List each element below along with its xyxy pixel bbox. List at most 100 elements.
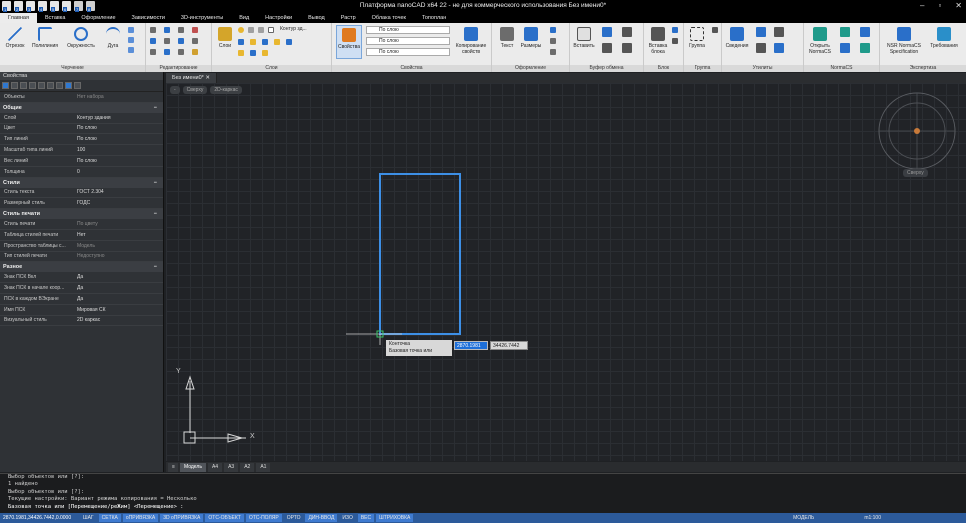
minimize-icon[interactable]: –	[920, 1, 924, 10]
layout-list-icon[interactable]: ≡	[168, 462, 178, 472]
cut-icon[interactable]	[602, 27, 612, 37]
paste-special-icon[interactable]	[622, 43, 632, 53]
info-tool-icon[interactable]	[65, 82, 72, 89]
help-icon[interactable]	[74, 82, 81, 89]
tab-point-clouds[interactable]: Облака точек	[364, 15, 414, 21]
color-combo[interactable]: По слою	[366, 26, 450, 34]
close-tab-icon[interactable]: ✕	[205, 75, 210, 81]
rotate-icon[interactable]	[164, 27, 170, 33]
normacs-link-icon[interactable]	[840, 43, 850, 53]
select-objects-icon[interactable]	[2, 82, 9, 89]
info-button[interactable]: Сведения	[724, 27, 750, 49]
collapse-icon[interactable]: −	[154, 209, 157, 219]
copy-clip-icon[interactable]	[622, 27, 632, 37]
status-toggle[interactable]: оПРИВЯЗКА	[122, 514, 159, 522]
viewport-menu-chip[interactable]: -	[170, 86, 180, 94]
linetype-combo[interactable]: По слою	[366, 37, 450, 45]
layer-iso-icon[interactable]	[262, 39, 268, 45]
tab-view[interactable]: Вид	[231, 15, 257, 21]
property-section-header[interactable]: Разное −	[0, 262, 163, 273]
leader-icon[interactable]	[550, 27, 556, 33]
fillet-icon[interactable]	[192, 38, 198, 44]
point-id-icon[interactable]	[774, 43, 784, 53]
pointer-icon[interactable]	[11, 82, 18, 89]
tab-a4[interactable]: A4	[207, 462, 223, 472]
property-section-header[interactable]: Стиль печати −	[0, 209, 163, 220]
group-button[interactable]: Группа	[686, 27, 708, 49]
layer-off-icon[interactable]	[274, 39, 280, 45]
property-row[interactable]: ПСК в каждом ВЭкране Да	[0, 294, 163, 305]
property-row[interactable]: Пространство таблицы с... Модель	[0, 241, 163, 252]
status-toggle[interactable]: ОТС-ОБЪЕКТ	[205, 514, 244, 522]
status-toggle[interactable]: ОРТО	[284, 514, 304, 522]
command-prompt[interactable]: Базовая точка или [Перемещение/реЖим] <П…	[0, 504, 966, 511]
property-row[interactable]: Таблица стилей печати Нет	[0, 230, 163, 241]
toggle-pickadd-icon[interactable]	[29, 82, 36, 89]
document-tab[interactable]: Без имени0* ✕	[166, 73, 217, 83]
mirror-icon[interactable]	[164, 38, 170, 44]
sort-icon[interactable]	[47, 82, 54, 89]
property-row[interactable]: Слой Контур здания	[0, 113, 163, 124]
rectangle-icon[interactable]	[128, 27, 134, 33]
layer-walk-icon[interactable]	[286, 39, 292, 45]
property-row[interactable]: Толщина 0	[0, 167, 163, 178]
property-row[interactable]: Тип стилей печати Недоступно	[0, 252, 163, 263]
view-direction-chip[interactable]: Сверху	[182, 86, 208, 94]
tab-insert[interactable]: Вставка	[37, 15, 73, 21]
layer-merge-icon[interactable]	[262, 50, 268, 56]
layer-match-icon[interactable]	[250, 39, 256, 45]
annotation-scale[interactable]: m1:100	[861, 514, 884, 522]
dimensions-button[interactable]: Размеры	[518, 27, 544, 49]
model-space-indicator[interactable]: МОДЕЛЬ	[790, 514, 817, 522]
property-row[interactable]: Знак ПСК в начале коор... Да	[0, 283, 163, 294]
tab-a1[interactable]: A1	[256, 462, 271, 472]
normacs-check-icon[interactable]	[860, 43, 870, 53]
stretch-icon[interactable]	[150, 49, 156, 55]
erase-icon[interactable]	[192, 27, 198, 33]
property-row[interactable]: Визуальный стиль 2D каркас	[0, 316, 163, 327]
tab-constraints[interactable]: Зависимости	[124, 15, 173, 21]
create-block-icon[interactable]	[672, 27, 678, 33]
tab-a2[interactable]: A2	[240, 462, 255, 472]
polyline-button[interactable]: Полилиния	[30, 27, 60, 49]
arc-button[interactable]: Дуга	[102, 27, 124, 49]
spline-icon[interactable]	[128, 47, 134, 53]
layer-lock-icon[interactable]	[258, 27, 264, 33]
array-icon[interactable]	[178, 49, 184, 55]
copy-properties-button[interactable]: Копирование свойств	[452, 27, 490, 55]
tab-home[interactable]: Главная	[0, 13, 37, 23]
viewcube-center[interactable]	[914, 128, 920, 134]
layer-thaw-icon[interactable]	[238, 50, 244, 56]
normacs-docs-icon[interactable]	[860, 27, 870, 37]
tab-raster[interactable]: Растр	[333, 15, 364, 21]
filter-icon[interactable]	[38, 82, 45, 89]
markup-icon[interactable]	[550, 49, 556, 55]
status-toggle[interactable]: ИЗО	[339, 514, 355, 522]
status-toggle[interactable]: ШТРИХОВКА	[376, 514, 414, 522]
quick-select-icon[interactable]	[756, 43, 766, 53]
property-row[interactable]: Знак ПСК Вкл Да	[0, 272, 163, 284]
requirements-button[interactable]: Требования	[926, 27, 962, 49]
copy-base-icon[interactable]	[602, 43, 612, 53]
collapse-icon[interactable]: −	[154, 262, 157, 272]
ungroup-icon[interactable]	[712, 27, 718, 33]
property-row[interactable]: Масштаб типа линий 100	[0, 145, 163, 156]
lineweight-combo[interactable]: По слою	[366, 48, 450, 56]
circle-button[interactable]: Окружность	[64, 27, 98, 49]
property-section-header[interactable]: Стили −	[0, 177, 163, 188]
drawing-canvas[interactable]: Y X Сверху Конточка Базовая точка или 28…	[166, 83, 966, 461]
tab-topoplan[interactable]: Топоплан	[414, 15, 454, 21]
tab-output[interactable]: Вывод	[300, 15, 333, 21]
status-toggle[interactable]: ДИН-ВВОД	[305, 514, 338, 522]
viewcube-label[interactable]: Сверху	[903, 169, 928, 177]
property-row[interactable]: Цвет По слою	[0, 124, 163, 135]
status-toggle[interactable]: ВЕС	[357, 514, 375, 522]
properties-button[interactable]: Свойства	[336, 25, 362, 59]
layer-on-icon[interactable]	[238, 27, 244, 33]
tab-annotate[interactable]: Оформление	[73, 15, 123, 21]
layer-freeze-icon[interactable]	[248, 27, 254, 33]
select-all-icon[interactable]	[774, 27, 784, 37]
copy-icon[interactable]	[150, 38, 156, 44]
property-row[interactable]: Имя ПСК Мировая СК	[0, 305, 163, 316]
quick-select-tool-icon[interactable]	[20, 82, 27, 89]
